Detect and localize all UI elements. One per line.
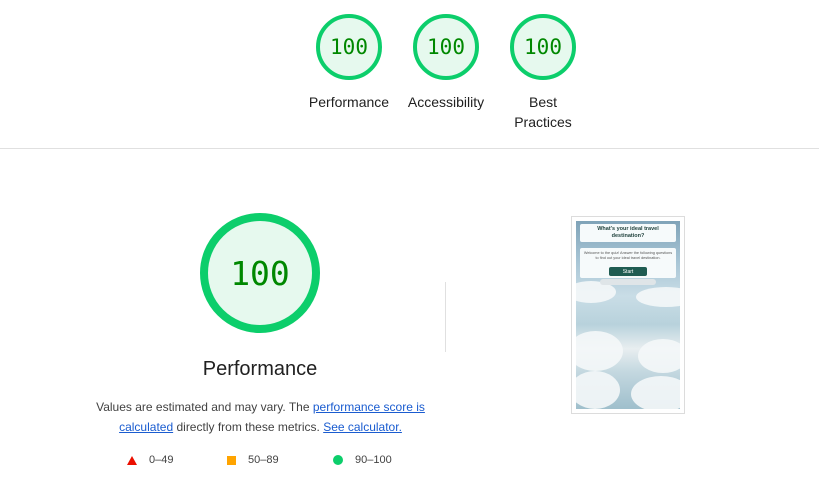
screenshot-image: What's your ideal travel destination? We…: [576, 221, 680, 409]
fail-triangle-icon: [127, 455, 137, 465]
legend-range: 0–49: [149, 454, 174, 466]
gauge-label: Performance: [308, 94, 390, 110]
gauge-score: 100: [524, 35, 562, 59]
legend-average: 50–89: [227, 454, 279, 466]
description-text: Values are estimated and may vary. The: [96, 400, 313, 414]
cloud-shape: [576, 371, 620, 409]
section-divider: [0, 148, 819, 149]
gauge-accessibility[interactable]: 100 Accessibility: [396, 14, 496, 112]
final-screenshot[interactable]: What's your ideal travel destination? We…: [571, 216, 685, 414]
legend-fail: 0–49: [127, 454, 173, 466]
gauge-score: 100: [330, 35, 368, 59]
vertical-divider: [445, 282, 446, 352]
see-calculator-link[interactable]: See calculator.: [323, 420, 402, 434]
legend-pass: 90–100: [333, 454, 392, 466]
category-title: Performance: [202, 358, 318, 380]
legend-range: 90–100: [355, 454, 392, 466]
performance-score: 100: [230, 253, 290, 293]
summary-gauges: 100 Performance 100 Accessibility 100 Be…: [0, 14, 819, 134]
preview-start-button: Start: [609, 267, 647, 276]
pass-circle-icon: [333, 455, 343, 465]
gauge-label: Accessibility: [407, 94, 485, 110]
gauge-performance[interactable]: 100 Performance: [299, 14, 399, 112]
legend-range: 50–89: [248, 454, 279, 466]
score-description: Values are estimated and may vary. The p…: [88, 397, 433, 437]
score-legend: 0–49 50–89 90–100: [0, 454, 819, 472]
airplane-wing: [600, 279, 656, 285]
gauge-score: 100: [427, 35, 465, 59]
cloud-shape: [638, 339, 680, 373]
cloud-shape: [636, 287, 680, 307]
cloud-shape: [631, 376, 680, 409]
gauge-best-practices[interactable]: 100 Best Practices: [493, 14, 593, 132]
gauge-ring: 100: [316, 14, 382, 80]
preview-heading: What's your ideal travel destination?: [580, 224, 676, 242]
description-text: directly from these metrics.: [173, 420, 324, 434]
gauge-ring: 100: [510, 14, 576, 80]
gauge-ring: 100: [413, 14, 479, 80]
performance-gauge: 100: [200, 213, 320, 333]
cloud-shape: [576, 331, 623, 371]
average-square-icon: [227, 455, 236, 465]
preview-body: Welcome to the quiz! Answer the followin…: [583, 251, 673, 260]
gauge-label: Best Practices: [514, 94, 572, 130]
